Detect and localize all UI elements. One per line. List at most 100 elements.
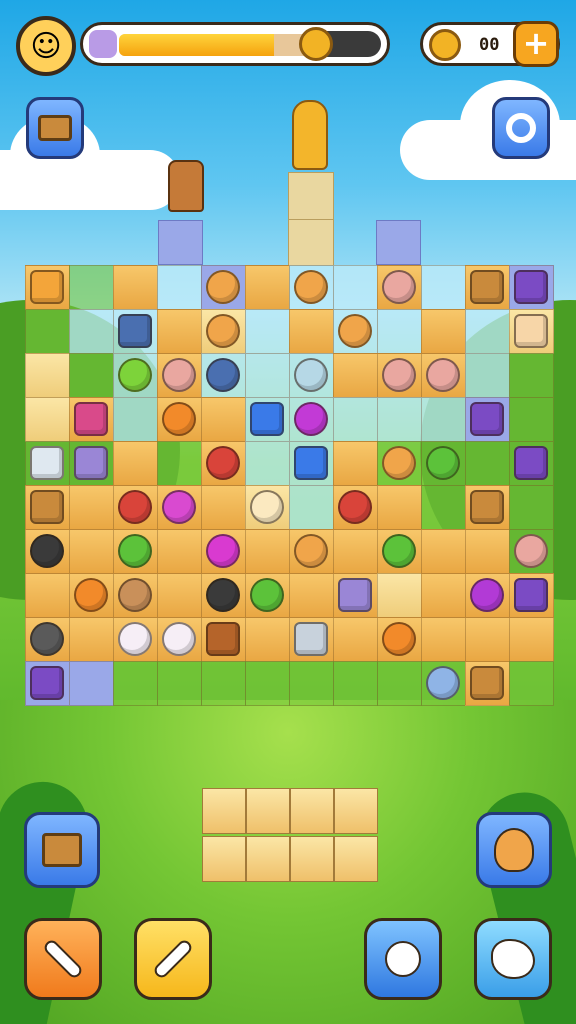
board-cell[interactable] — [509, 485, 554, 530]
dragon-icon[interactable] — [250, 578, 284, 612]
book-icon[interactable] — [30, 446, 64, 480]
add-coins-button[interactable]: + — [513, 21, 559, 67]
board-cell[interactable] — [333, 353, 378, 398]
frog-icon[interactable] — [426, 446, 460, 480]
rabbit-icon[interactable] — [382, 270, 416, 304]
board-cell[interactable] — [465, 617, 510, 662]
hat-icon[interactable] — [514, 446, 548, 480]
board-cell[interactable] — [25, 573, 70, 618]
board-cell[interactable] — [157, 265, 202, 310]
rabbit-icon[interactable] — [514, 534, 548, 568]
board-cell[interactable] — [245, 265, 290, 310]
rabbit-icon[interactable] — [162, 358, 196, 392]
board-cell[interactable] — [157, 529, 202, 574]
board-cell[interactable] — [377, 661, 422, 706]
board-cell[interactable] — [245, 617, 290, 662]
pencil-icon[interactable] — [74, 402, 108, 436]
cat-icon[interactable] — [294, 270, 328, 304]
crate-icon[interactable] — [246, 788, 290, 834]
crate-icon[interactable] — [30, 490, 64, 524]
board-cell[interactable] — [421, 397, 466, 442]
lion-icon[interactable] — [382, 446, 416, 480]
board-cell[interactable] — [289, 573, 334, 618]
cat-icon[interactable] — [294, 534, 328, 568]
board-cell[interactable] — [465, 353, 510, 398]
board-cell[interactable] — [157, 573, 202, 618]
board-cell[interactable] — [509, 661, 554, 706]
book-icon[interactable] — [118, 314, 152, 348]
dragon-icon[interactable] — [382, 534, 416, 568]
bear-icon[interactable] — [426, 666, 460, 700]
orange-icon[interactable] — [74, 578, 108, 612]
board-cell[interactable] — [113, 441, 158, 486]
book-icon[interactable] — [470, 402, 504, 436]
rabbit-icon[interactable] — [382, 358, 416, 392]
book-icon[interactable] — [294, 446, 328, 480]
board-cell[interactable] — [465, 441, 510, 486]
board-cell[interactable] — [69, 353, 114, 398]
star-icon[interactable] — [30, 270, 64, 304]
board-cell[interactable] — [25, 397, 70, 442]
inventory-button[interactable] — [26, 97, 84, 159]
board-cell[interactable] — [289, 485, 334, 530]
board-cell[interactable] — [377, 573, 422, 618]
ball-icon[interactable] — [206, 534, 240, 568]
board-cell[interactable] — [69, 265, 114, 310]
hedgehog-icon[interactable] — [30, 622, 64, 656]
unicorn-icon[interactable] — [118, 622, 152, 656]
hat-icon[interactable] — [338, 578, 372, 612]
board-cell[interactable] — [69, 309, 114, 354]
ball-button[interactable] — [364, 918, 442, 1000]
board-cell[interactable] — [465, 309, 510, 354]
board-cell[interactable] — [201, 485, 246, 530]
pet-button[interactable] — [476, 812, 552, 888]
settings-button[interactable] — [492, 97, 550, 159]
board-cell[interactable] — [245, 661, 290, 706]
person-icon[interactable] — [206, 358, 240, 392]
board-cell[interactable] — [157, 441, 202, 486]
board-cell[interactable] — [465, 529, 510, 574]
person-icon[interactable] — [30, 534, 64, 568]
plank-icon[interactable] — [206, 622, 240, 656]
board-cell[interactable] — [113, 661, 158, 706]
board-cell[interactable] — [421, 485, 466, 530]
crate-icon[interactable] — [334, 788, 378, 834]
board-cell[interactable] — [69, 661, 114, 706]
book-icon[interactable] — [514, 578, 548, 612]
orange-icon[interactable] — [162, 402, 196, 436]
board-cell[interactable] — [245, 353, 290, 398]
board-cell[interactable] — [421, 309, 466, 354]
board-cell[interactable] — [421, 617, 466, 662]
board-cell[interactable] — [333, 529, 378, 574]
ghost-icon[interactable] — [250, 490, 284, 524]
board-cell[interactable] — [289, 309, 334, 354]
board-cell[interactable] — [245, 529, 290, 574]
crate-icon[interactable] — [246, 836, 290, 882]
board-cell[interactable] — [245, 441, 290, 486]
person-icon[interactable] — [338, 490, 372, 524]
board-cell[interactable] — [377, 309, 422, 354]
board-cell[interactable] — [69, 529, 114, 574]
board-cell[interactable] — [421, 265, 466, 310]
person-icon[interactable] — [118, 490, 152, 524]
book-icon[interactable] — [30, 666, 64, 700]
book-icon[interactable] — [290, 788, 334, 834]
bird-icon[interactable] — [382, 622, 416, 656]
board-cell[interactable] — [421, 573, 466, 618]
cat-icon[interactable] — [206, 314, 240, 348]
board-cell[interactable] — [113, 397, 158, 442]
rabbit-icon[interactable] — [162, 622, 196, 656]
rabbit-icon[interactable] — [162, 490, 196, 524]
person-icon[interactable] — [206, 578, 240, 612]
duck-icon[interactable] — [294, 358, 328, 392]
robot-icon[interactable] — [74, 446, 108, 480]
board-cell[interactable] — [377, 485, 422, 530]
cat-icon[interactable] — [338, 314, 372, 348]
bird-icon[interactable] — [294, 402, 328, 436]
board-cell[interactable] — [377, 397, 422, 442]
shirt-icon[interactable] — [250, 402, 284, 436]
crate-icon[interactable] — [470, 666, 504, 700]
ghost-icon[interactable] — [470, 578, 504, 612]
board-cell[interactable] — [25, 309, 70, 354]
crate-icon[interactable] — [334, 836, 378, 882]
